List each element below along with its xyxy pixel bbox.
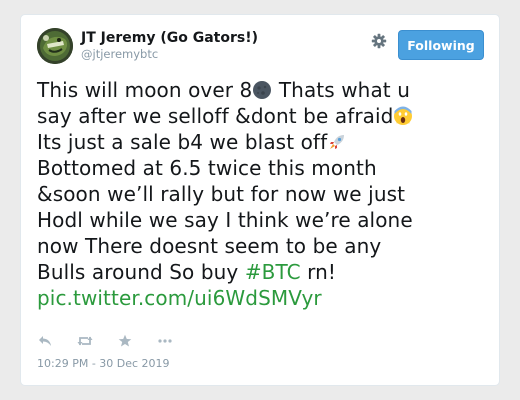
like-icon[interactable]: [117, 333, 133, 349]
tweet-text-segment: Thats what u: [272, 78, 410, 102]
reply-icon[interactable]: [37, 333, 53, 349]
gear-icon[interactable]: [371, 33, 387, 49]
author-names: JT Jeremy (Go Gators!) @jtjeremybtc: [81, 30, 331, 61]
screaming-face-emoji: [394, 106, 413, 125]
tweet-text-segment: Its just a sale b4 we blast off: [37, 130, 328, 154]
tweet-timestamp[interactable]: 10:29 PM - 30 Dec 2019: [37, 357, 170, 370]
tweet-line-8: Bulls around So buy #BTC rn!: [37, 259, 483, 285]
avatar[interactable]: [37, 28, 73, 64]
tweet-text-segment: Bulls around So buy: [37, 260, 245, 284]
following-button[interactable]: Following: [398, 30, 484, 60]
tweet-text-segment: This will moon over 8: [37, 78, 253, 102]
more-icon[interactable]: [157, 333, 173, 349]
tweet-line-2: say after we selloff &dont be afraid: [37, 103, 483, 129]
tweet-line-6: Hodl while we say I think we’re alone: [37, 208, 413, 232]
tweet-line-5: &soon we’ll rally but for now we just: [37, 182, 406, 206]
tweet-actions: [37, 333, 197, 349]
tweet-card: JT Jeremy (Go Gators!) @jtjeremybtc Foll…: [20, 14, 500, 386]
hashtag-link[interactable]: #BTC: [245, 260, 301, 284]
tweet-text-segment: say after we selloff &dont be afraid: [37, 104, 394, 128]
new-moon-face-emoji: [253, 81, 272, 99]
author-display-name[interactable]: JT Jeremy (Go Gators!): [81, 30, 331, 47]
tweet-text: This will moon over 8 Thats what u say a…: [37, 77, 483, 311]
author-handle[interactable]: @jtjeremybtc: [81, 47, 331, 61]
retweet-icon[interactable]: [77, 333, 93, 349]
tweet-line-4: Bottomed at 6.5 twice this month: [37, 156, 377, 180]
tweet-line-1: This will moon over 8 Thats what u: [37, 77, 483, 103]
tweet-line-3: Its just a sale b4 we blast off: [37, 129, 483, 155]
tweet-line-7: now There doesnt seem to be any: [37, 234, 382, 258]
tweet-text-segment: rn!: [300, 260, 337, 284]
pic-link[interactable]: pic.twitter.com/ui6WdSMVyr: [37, 285, 483, 311]
gator-avatar-icon: [37, 28, 73, 64]
rocket-emoji: [330, 135, 345, 149]
